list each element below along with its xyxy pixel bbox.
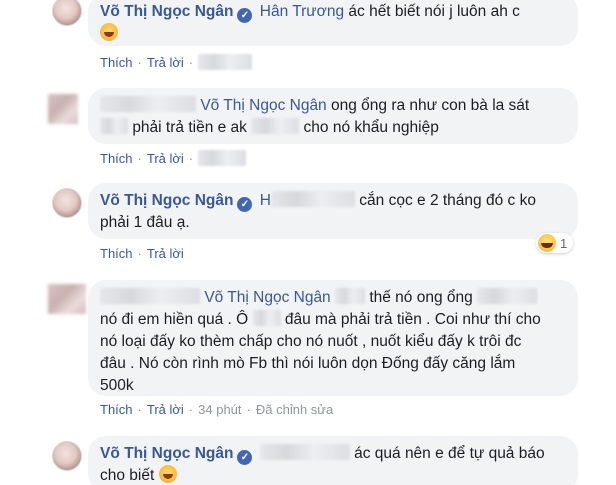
reply-link[interactable]: Trả lời [147, 151, 184, 166]
timestamp-link[interactable]: 34 phút [198, 402, 241, 417]
comment-text: nó đi em hiền quá . Ô [100, 311, 249, 328]
comment-text: ác hết biết nói j luôn ah c [348, 3, 520, 20]
separator-dot: · [188, 150, 194, 166]
comment-actions: Thích · Trả lời [100, 246, 184, 261]
separator-dot: · [188, 54, 194, 70]
comment-text: phải 1 đâu ạ. [100, 214, 190, 231]
redacted-text [100, 288, 200, 304]
redacted-text [198, 54, 253, 70]
comment-bubble: Võ Thị Ngọc Ngân ✓ Hân Trương ác hết biết… [88, 0, 578, 46]
separator-dot: · [137, 402, 142, 417]
comment-text: 500k [100, 377, 134, 394]
reply-link[interactable]: Trả lời [147, 55, 184, 70]
separator-dot: · [246, 402, 251, 417]
redacted-text [100, 96, 196, 112]
haha-reaction-icon [538, 234, 556, 252]
comment-author[interactable]: Võ Thị Ngọc Ngân [100, 3, 233, 20]
comment-text: cho nó khẩu nghiệp [303, 119, 439, 136]
comment-bubble: Võ Thị Ngọc Ngân ong ổng ra như con bà l… [88, 88, 578, 144]
comment-actions: Thích · Trả lời · [100, 150, 247, 166]
mention-link[interactable]: Võ Thị Ngọc Ngân [204, 289, 330, 306]
reaction-count: 1 [560, 235, 568, 251]
comment-author[interactable]: Võ Thị Ngọc Ngân [100, 192, 233, 209]
reply-link[interactable]: Trả lời [147, 402, 184, 417]
comment-actions: Thích · Trả lời · [100, 54, 253, 70]
comment-text: cho biết [100, 467, 155, 484]
comment-text: ác quá nên e để tự quả báo [354, 445, 545, 462]
redacted-text [477, 288, 538, 304]
like-link[interactable]: Thích [100, 246, 133, 261]
redacted-text [259, 444, 350, 460]
redacted-text [251, 118, 300, 134]
comment-text: thế nó ong ổng [369, 289, 473, 306]
mention-link[interactable]: H [260, 192, 271, 209]
crying-emoji-icon [100, 23, 118, 41]
comment-bubble: Võ Thị Ngọc Ngân thế nó ong ổng nó đi em… [88, 280, 578, 396]
like-link[interactable]: Thích [100, 151, 133, 166]
edited-label[interactable]: Đã chỉnh sửa [256, 402, 333, 417]
comment-text: đâu . Nó còn rình mò Fb thì nói luôn dọn… [100, 355, 516, 372]
avatar[interactable] [52, 0, 82, 26]
avatar[interactable] [52, 441, 82, 471]
reply-link[interactable]: Trả lời [147, 246, 184, 261]
verified-check-icon: ✓ [237, 450, 253, 465]
redacted-text [100, 118, 128, 134]
avatar[interactable] [48, 284, 86, 314]
separator-dot: · [137, 150, 142, 166]
redacted-text [198, 150, 247, 166]
crying-emoji-icon [158, 465, 177, 483]
comment-author[interactable]: Võ Thị Ngọc Ngân [100, 445, 233, 462]
comment-text: đâu mà phải trả tiền . Coi như thí cho [284, 311, 541, 328]
separator-dot: · [137, 54, 142, 70]
comment-bubble: Võ Thị Ngọc Ngân ✓ H cắn cọc e 2 tháng đó… [88, 183, 578, 239]
mention-link[interactable]: Võ Thị Ngọc Ngân [200, 97, 326, 114]
avatar[interactable] [52, 188, 82, 218]
separator-dot: · [188, 402, 194, 417]
mention-link[interactable]: Hân Trương [260, 3, 344, 20]
like-link[interactable]: Thích [100, 402, 133, 417]
redacted-text [252, 310, 281, 326]
verified-check-icon: ✓ [237, 197, 253, 212]
avatar[interactable] [48, 94, 78, 124]
reaction-summary[interactable]: 1 [536, 233, 574, 253]
redacted-text [335, 288, 365, 304]
comment-text: nó loại đấy ko thèm chấp cho nó nuốt , n… [100, 333, 522, 350]
verified-check-icon: ✓ [237, 8, 253, 23]
comment-text: phải trả tiền e ak [132, 119, 247, 136]
comment-text: ong ổng ra như con bà la sát [331, 97, 530, 114]
comment-text: cắn cọc e 2 tháng đó c ko [359, 192, 536, 209]
like-link[interactable]: Thích [100, 55, 133, 70]
redacted-text [270, 191, 355, 207]
comment-actions: Thích · Trả lời · 34 phút · Đã chỉnh sửa [100, 402, 333, 417]
comment-bubble: Võ Thị Ngọc Ngân ✓ ác quá nên e để tự quả… [88, 436, 578, 485]
separator-dot: · [137, 246, 142, 261]
